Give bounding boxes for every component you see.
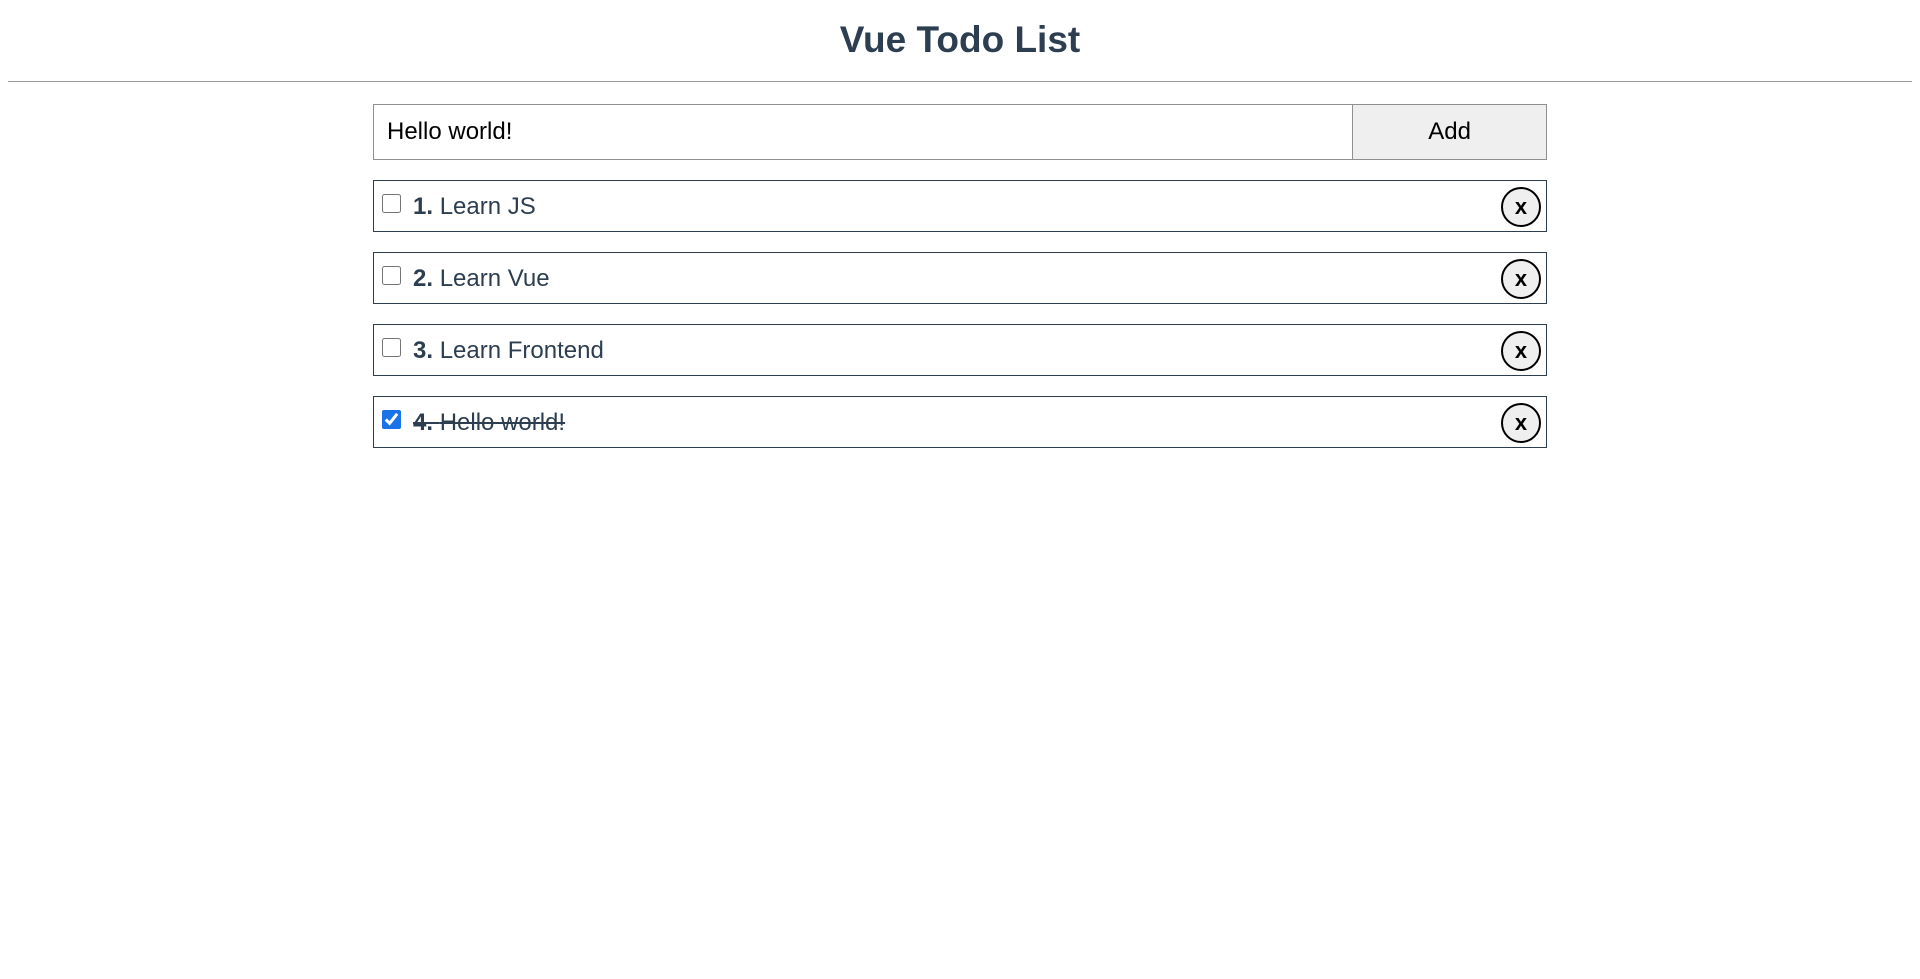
todo-text: 2. Learn Vue bbox=[413, 265, 550, 293]
todo-item: 2. Learn Vue x bbox=[373, 252, 1547, 304]
delete-todo-button[interactable]: x bbox=[1501, 259, 1541, 299]
todo-checkbox[interactable] bbox=[382, 410, 401, 429]
todo-text: 1. Learn JS bbox=[413, 193, 536, 221]
add-todo-form: Add bbox=[373, 104, 1547, 160]
todo-number: 1. bbox=[413, 193, 434, 220]
todo-label: Learn Vue bbox=[439, 265, 550, 292]
todo-item: 1. Learn JS x bbox=[373, 180, 1547, 232]
todo-item: 3. Learn Frontend x bbox=[373, 324, 1547, 376]
todo-text: 4. Hello world! bbox=[413, 409, 565, 437]
delete-todo-button[interactable]: x bbox=[1501, 187, 1541, 227]
todo-text: 3. Learn Frontend bbox=[413, 337, 604, 365]
todo-list: 1. Learn JS x 2. Learn Vue x 3. Learn Fr… bbox=[373, 180, 1547, 468]
todo-checkbox[interactable] bbox=[382, 194, 401, 213]
todo-label: Learn Frontend bbox=[439, 337, 604, 364]
delete-todo-button[interactable]: x bbox=[1501, 331, 1541, 371]
todo-checkbox[interactable] bbox=[382, 338, 401, 357]
page-title: Vue Todo List bbox=[839, 19, 1081, 60]
todo-checkbox[interactable] bbox=[382, 266, 401, 285]
todo-label: Hello world! bbox=[439, 409, 566, 436]
header-divider bbox=[8, 81, 1912, 82]
delete-todo-button[interactable]: x bbox=[1501, 403, 1541, 443]
todo-number: 3. bbox=[413, 337, 434, 364]
todo-number: 2. bbox=[413, 265, 434, 292]
add-button[interactable]: Add bbox=[1352, 104, 1547, 160]
todo-item: 4. Hello world! x bbox=[373, 396, 1547, 448]
new-todo-input[interactable] bbox=[373, 104, 1353, 160]
todo-label: Learn JS bbox=[439, 193, 536, 220]
todo-number: 4. bbox=[413, 409, 434, 436]
todo-app: Vue Todo List Add 1. Learn JS x 2. Learn… bbox=[0, 0, 1920, 979]
